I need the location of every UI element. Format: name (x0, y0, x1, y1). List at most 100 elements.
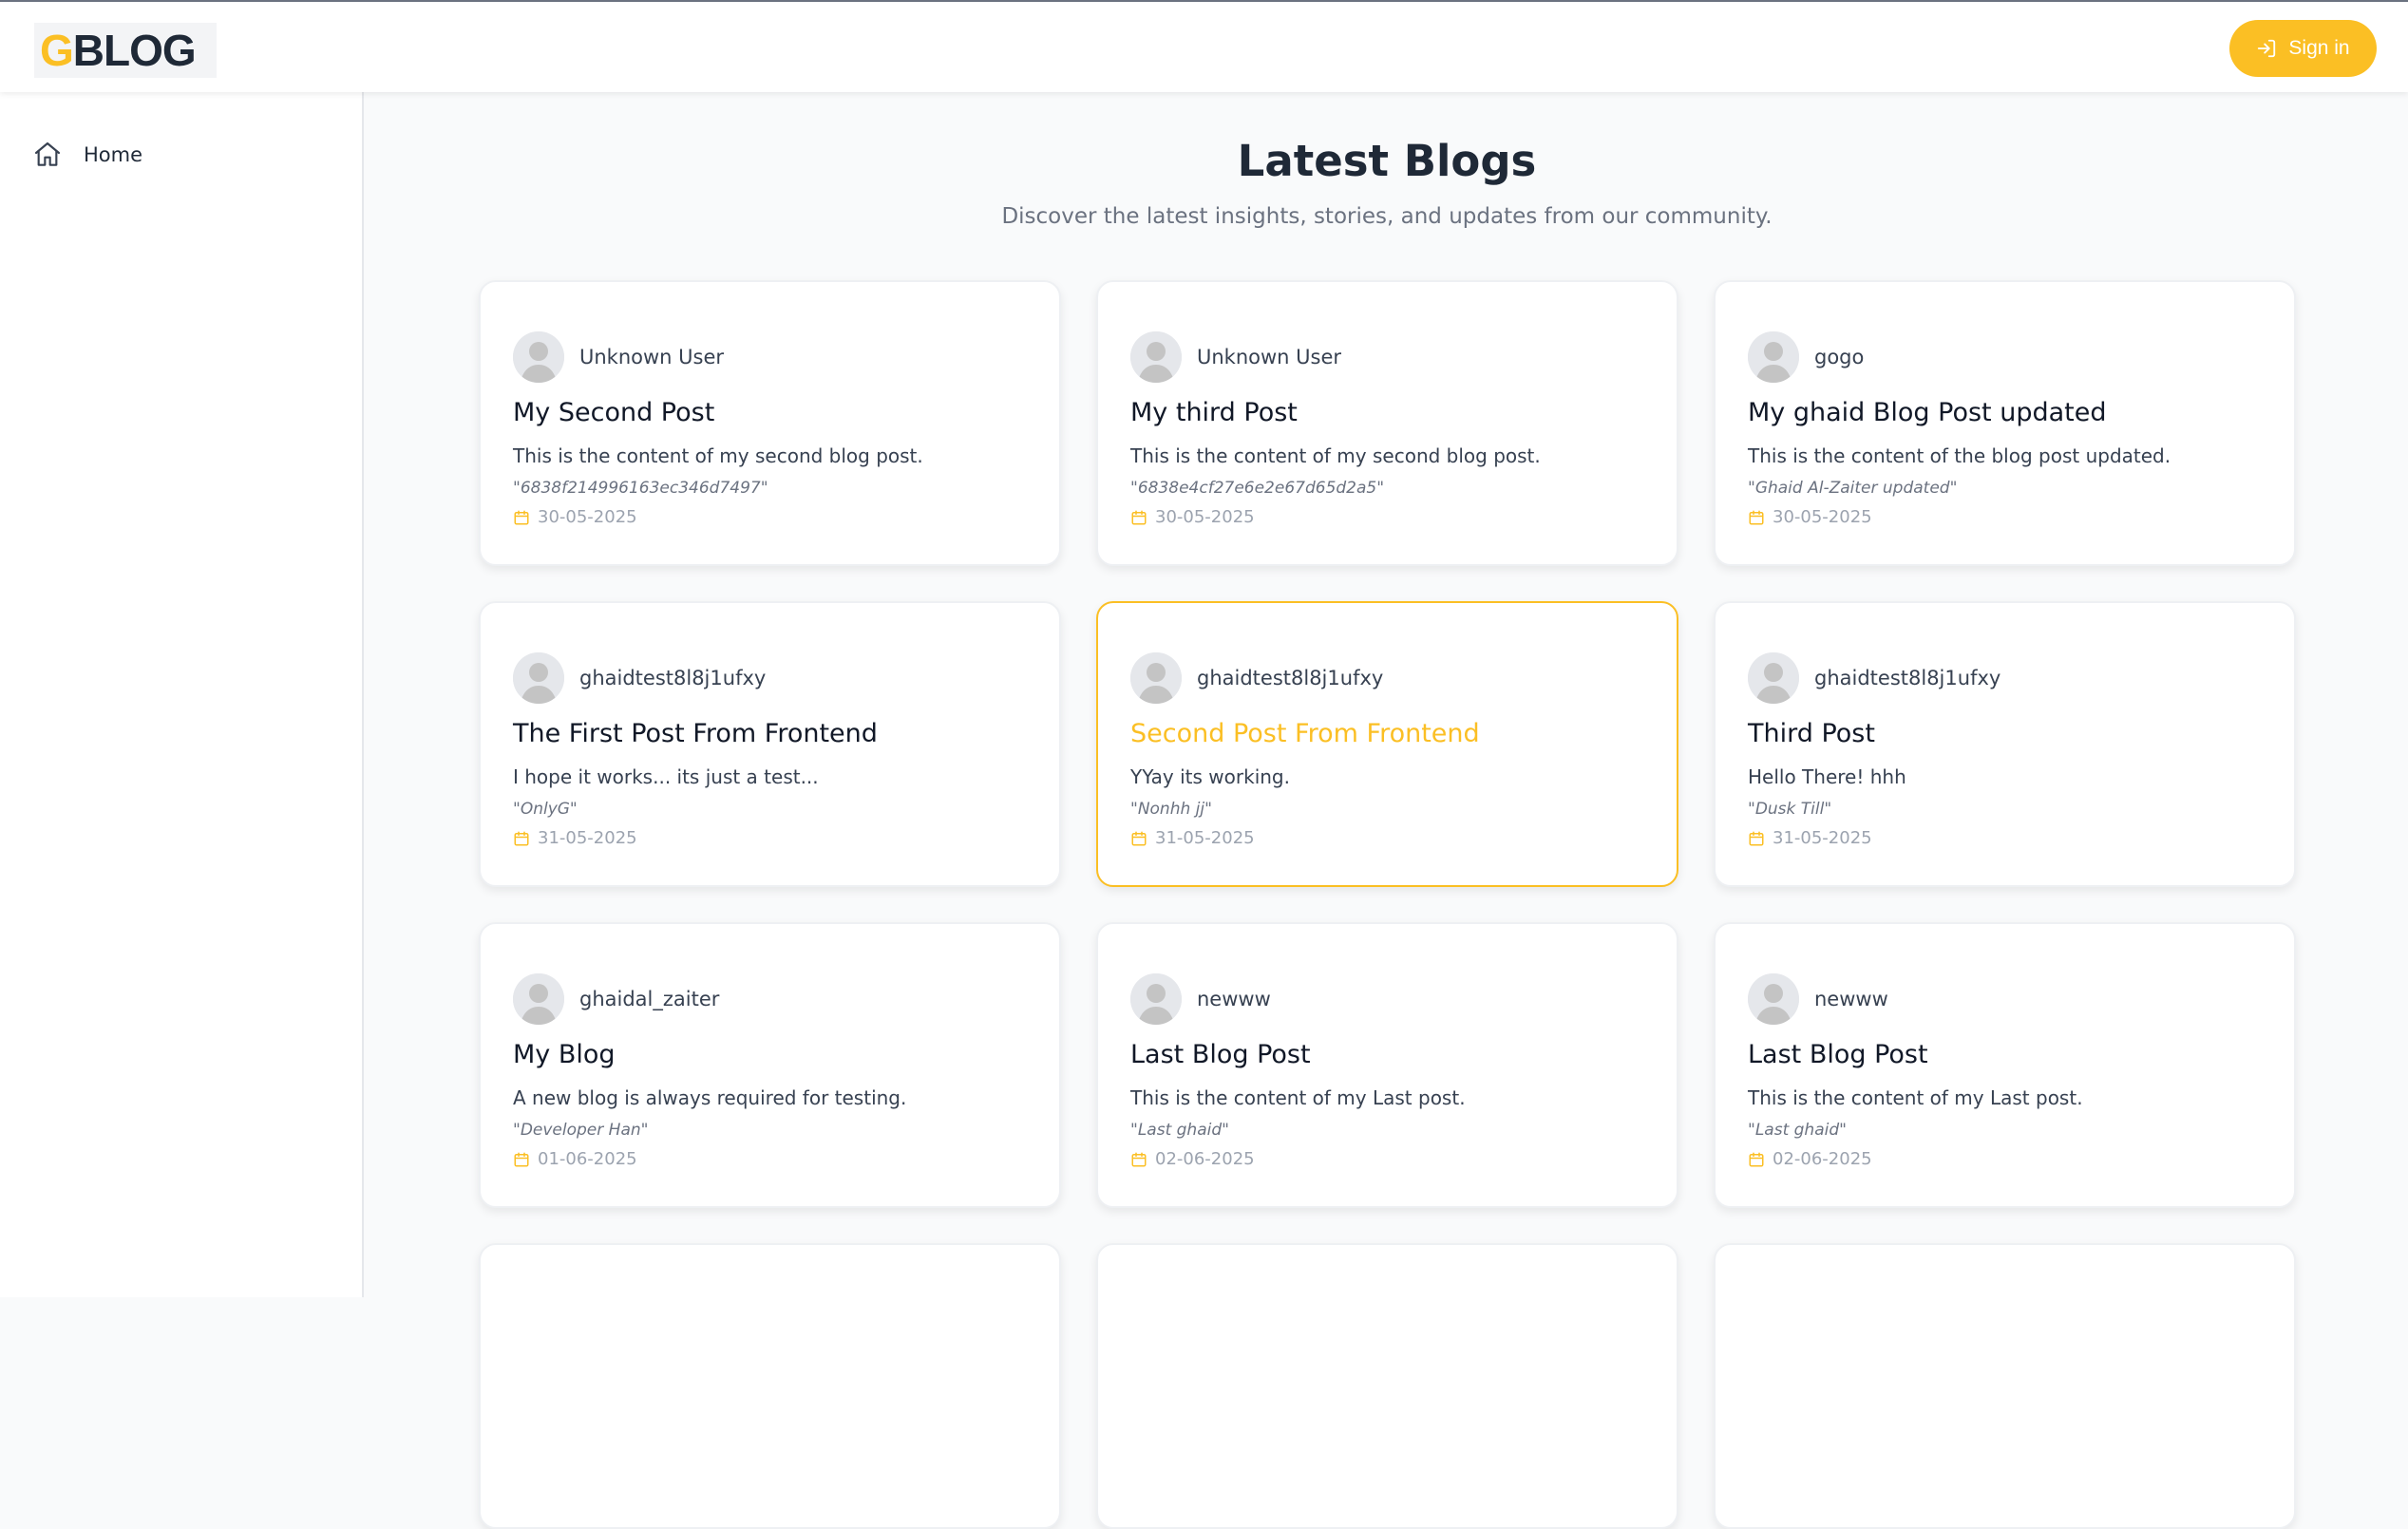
date-text: 30-05-2025 (538, 507, 637, 527)
card-date: 30-05-2025 (1748, 507, 2262, 527)
calendar-icon (1130, 509, 1147, 526)
sign-in-button[interactable]: Sign in (2229, 20, 2377, 77)
card-content: YYay its working. (1130, 765, 1290, 788)
card-author: gogo (1748, 331, 2262, 383)
author-name: newww (1814, 988, 1888, 1010)
blog-card[interactable]: ghaidtest8l8j1ufxy Second Post From Front… (1096, 601, 1678, 887)
avatar (513, 973, 564, 1025)
main-content: Latest Blogs Discover the latest insight… (366, 92, 2408, 1529)
card-date: 31-05-2025 (513, 828, 1027, 848)
blog-card[interactable]: newww Last Blog Post This is the content o… (1714, 922, 2296, 1208)
card-title[interactable]: The First Post From Frontend (513, 719, 1027, 748)
avatar (1130, 331, 1182, 383)
author-name: newww (1197, 988, 1271, 1010)
avatar (1748, 973, 1799, 1025)
date-text: 31-05-2025 (538, 828, 637, 848)
logo-text: BLOG (72, 26, 197, 75)
card-date: 02-06-2025 (1130, 1149, 1644, 1169)
sign-in-icon (2258, 39, 2276, 58)
card-quote: "Developer Han" (513, 1121, 649, 1140)
card-title[interactable]: My third Post (1130, 398, 1644, 427)
sidebar-item-home[interactable]: Home (32, 140, 142, 170)
avatar (1748, 652, 1799, 704)
card-quote: "Dusk Till" (1748, 800, 1832, 819)
top-bar: G BLOG Sign in (0, 0, 2408, 92)
card-title[interactable]: Second Post From Frontend (1130, 719, 1644, 748)
sidebar: Home (0, 92, 364, 1297)
card-content: This is the content of my second blog po… (513, 444, 923, 467)
card-quote: "Nonhh jj" (1130, 800, 1212, 819)
card-author: newww (1748, 973, 2262, 1025)
blog-card[interactable]: newww Last Blog Post This is the content o… (1096, 922, 1678, 1208)
card-title[interactable]: My Blog (513, 1040, 1027, 1069)
sign-in-label: Sign in (2288, 37, 2350, 59)
date-text: 02-06-2025 (1155, 1149, 1255, 1169)
blog-card[interactable]: gogo My ghaid Blog Post updated This is th… (1714, 280, 2296, 566)
card-content: This is the content of the blog post upd… (1748, 444, 2171, 467)
card-content: Hello There! hhh (1748, 765, 1906, 788)
card-title[interactable]: Last Blog Post (1130, 1040, 1644, 1069)
card-author: Unknown User (1130, 331, 1644, 383)
card-quote: "Last ghaid" (1748, 1121, 1847, 1140)
date-text: 02-06-2025 (1773, 1149, 1872, 1169)
card-date: 01-06-2025 (513, 1149, 1027, 1169)
blog-card[interactable]: ghaidtest8l8j1ufxy Third Post Hello There!… (1714, 601, 2296, 887)
calendar-icon (1748, 1151, 1765, 1168)
author-name: ghaidal_zaiter (579, 988, 720, 1010)
author-name: Unknown User (579, 346, 725, 368)
blog-card[interactable]: Unknown User My third Post This is the con… (1096, 280, 1678, 566)
page-title: Latest Blogs (1237, 136, 1537, 186)
blog-grid: Unknown User My Second Post This is the co… (479, 280, 2296, 1529)
date-text: 30-05-2025 (1155, 507, 1255, 527)
blog-card[interactable] (479, 1243, 1061, 1529)
card-date: 31-05-2025 (1748, 828, 2262, 848)
card-author: newww (1130, 973, 1644, 1025)
card-title[interactable]: Third Post (1748, 719, 2262, 748)
card-title[interactable]: My ghaid Blog Post updated (1748, 398, 2262, 427)
card-content: This is the content of my Last post. (1130, 1086, 1466, 1109)
home-icon (34, 142, 61, 166)
page-subtitle: Discover the latest insights, stories, a… (1001, 204, 1773, 229)
card-author: ghaidtest8l8j1ufxy (1130, 652, 1644, 704)
card-quote: "6838e4cf27e6e2e67d65d2a5" (1130, 479, 1385, 498)
avatar (1130, 652, 1182, 704)
card-author: ghaidtest8l8j1ufxy (1748, 652, 2262, 704)
avatar (1130, 973, 1182, 1025)
author-name: gogo (1814, 346, 1865, 368)
date-text: 31-05-2025 (1773, 828, 1872, 848)
blog-card[interactable]: ghaidal_zaiter My Blog A new blog is alway… (479, 922, 1061, 1208)
blog-card[interactable]: Unknown User My Second Post This is the co… (479, 280, 1061, 566)
calendar-icon (513, 1151, 530, 1168)
author-name: ghaidtest8l8j1ufxy (579, 667, 767, 689)
calendar-icon (1748, 509, 1765, 526)
blog-card[interactable] (1096, 1243, 1678, 1529)
card-author: ghaidtest8l8j1ufxy (513, 652, 1027, 704)
logo-letter-g: G (40, 26, 74, 75)
card-author: Unknown User (513, 331, 1027, 383)
gblog-logo[interactable]: G BLOG (34, 23, 217, 78)
avatar (513, 331, 564, 383)
card-date: 02-06-2025 (1748, 1149, 2262, 1169)
card-author: ghaidal_zaiter (513, 973, 1027, 1025)
calendar-icon (513, 830, 530, 847)
date-text: 01-06-2025 (538, 1149, 637, 1169)
card-quote: "OnlyG" (513, 800, 578, 819)
calendar-icon (513, 509, 530, 526)
calendar-icon (1130, 1151, 1147, 1168)
card-date: 30-05-2025 (513, 507, 1027, 527)
author-name: ghaidtest8l8j1ufxy (1814, 667, 2001, 689)
blog-card[interactable]: ghaidtest8l8j1ufxy The First Post From Fr… (479, 601, 1061, 887)
card-content: I hope it works... its just a test... (513, 765, 819, 788)
blog-card[interactable] (1714, 1243, 2296, 1529)
sidebar-item-label: Home (84, 143, 143, 166)
author-name: Unknown User (1197, 346, 1342, 368)
card-quote: "Ghaid Al-Zaiter updated" (1748, 479, 1958, 498)
card-content: A new blog is always required for testin… (513, 1086, 907, 1109)
date-text: 30-05-2025 (1773, 507, 1872, 527)
card-quote: "6838f214996163ec346d7497" (513, 479, 768, 498)
author-name: ghaidtest8l8j1ufxy (1197, 667, 1384, 689)
card-title[interactable]: My Second Post (513, 398, 1027, 427)
date-text: 31-05-2025 (1155, 828, 1255, 848)
avatar (513, 652, 564, 704)
card-title[interactable]: Last Blog Post (1748, 1040, 2262, 1069)
